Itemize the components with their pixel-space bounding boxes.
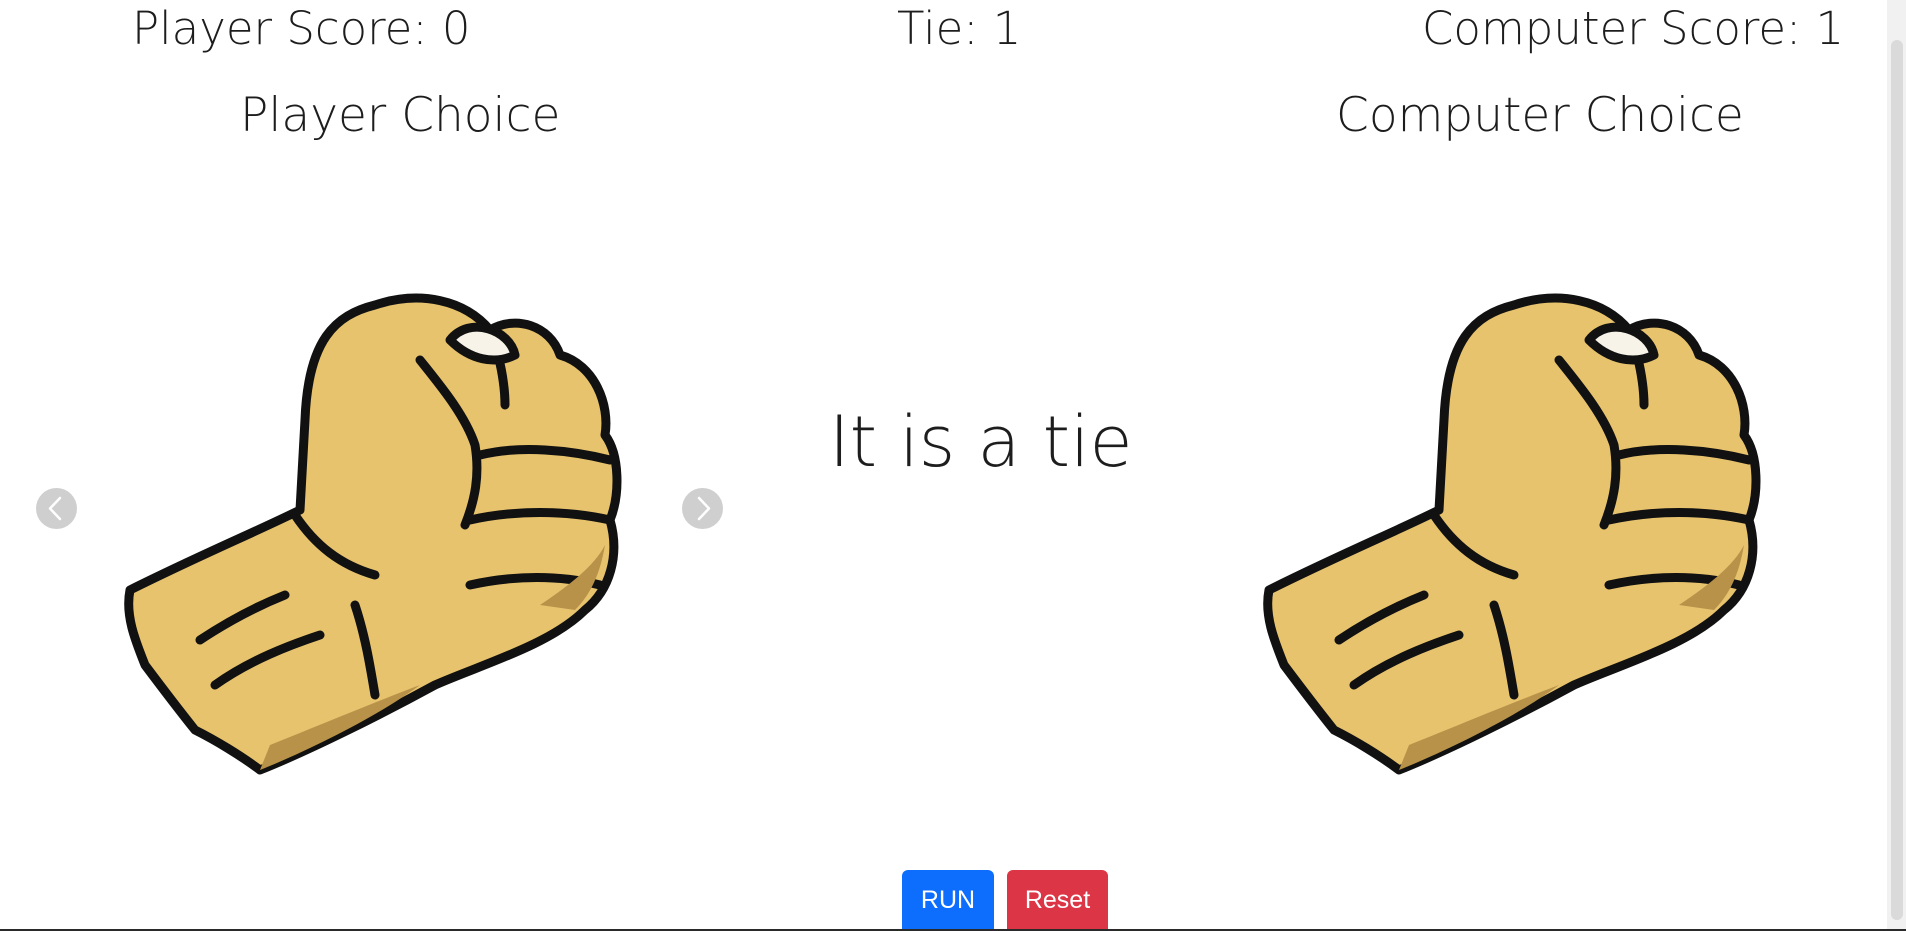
carousel-prev-button[interactable] — [36, 488, 77, 529]
carousel-next-button[interactable] — [682, 488, 723, 529]
chevron-right-icon — [697, 496, 711, 521]
result-message: It is a tie — [829, 401, 1133, 483]
run-button[interactable]: RUN — [902, 870, 994, 931]
scrollbar[interactable] — [1887, 0, 1906, 929]
computer-score: Computer Score: 1 — [1422, 2, 1845, 55]
reset-button[interactable]: Reset — [1007, 870, 1108, 931]
tie-count: Tie: 1 — [897, 2, 1022, 55]
rock-fist-icon — [124, 293, 622, 775]
rock-fist-icon — [1263, 293, 1761, 775]
scrollbar-thumb[interactable] — [1891, 40, 1903, 920]
computer-choice-heading: Computer Choice — [1336, 88, 1744, 143]
player-score: Player Score: 0 — [132, 2, 471, 55]
player-choice-heading: Player Choice — [240, 88, 561, 143]
chevron-left-icon — [48, 496, 62, 521]
player-rock-fist-icon[interactable] — [120, 245, 660, 785]
computer-rock-fist-icon — [1259, 245, 1799, 785]
